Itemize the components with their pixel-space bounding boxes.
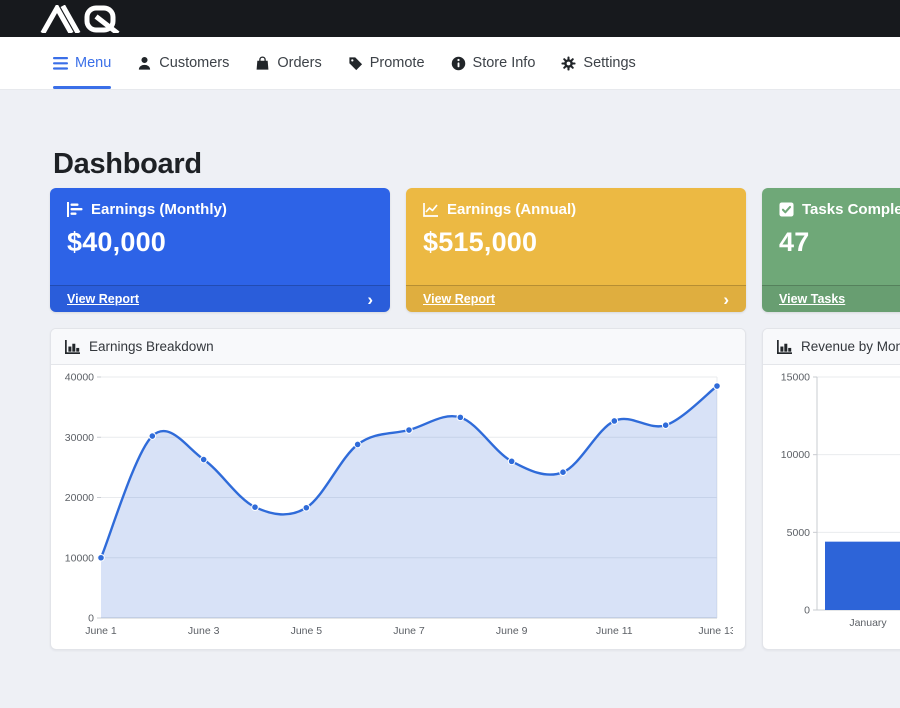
chart-title: Revenue by Month bbox=[801, 339, 900, 354]
main-content: Dashboard Earnings (Monthly) $40,000 Vie… bbox=[0, 90, 900, 650]
chevron-right-icon: › bbox=[367, 291, 373, 308]
nav-item-label: Menu bbox=[75, 55, 111, 71]
svg-text:10000: 10000 bbox=[65, 552, 94, 564]
svg-text:January: January bbox=[849, 617, 887, 629]
earnings-breakdown-card: Earnings Breakdown 0 10000 20000 30000 40000… bbox=[50, 328, 746, 650]
person-icon bbox=[137, 56, 152, 71]
stat-card-value: $40,000 bbox=[67, 227, 373, 258]
svg-text:June 11: June 11 bbox=[596, 625, 633, 637]
bag-icon bbox=[255, 56, 270, 71]
logo-icon[interactable] bbox=[40, 5, 132, 33]
stat-card-earnings-annual: Earnings (Annual) $515,000 View Report › bbox=[406, 188, 746, 312]
nav-item-label: Promote bbox=[370, 55, 425, 71]
charts-row: Earnings Breakdown 0 10000 20000 30000 40000… bbox=[50, 328, 900, 650]
view-report-link[interactable]: View Report › bbox=[406, 285, 746, 312]
svg-text:June 1: June 1 bbox=[85, 625, 117, 637]
bar-chart-icon bbox=[65, 340, 80, 354]
main-nav: Menu Customers Orders Promote Store Info bbox=[0, 37, 900, 90]
tag-icon bbox=[348, 56, 363, 71]
nav-item-store-info[interactable]: Store Info bbox=[451, 37, 536, 89]
revenue-by-month-card: Revenue by Month 0 5000 10000 15000 January bbox=[762, 328, 900, 650]
page-title: Dashboard bbox=[53, 148, 900, 181]
svg-text:0: 0 bbox=[88, 613, 94, 625]
stat-card-earnings-monthly: Earnings (Monthly) $40,000 View Report › bbox=[50, 188, 390, 312]
stat-card-label: Tasks Completed bbox=[802, 201, 900, 218]
topbar bbox=[0, 0, 900, 37]
nav-item-label: Store Info bbox=[473, 55, 536, 71]
nav-item-label: Settings bbox=[583, 55, 635, 71]
svg-text:15000: 15000 bbox=[781, 373, 810, 384]
revenue-by-month-chart: 0 5000 10000 15000 January bbox=[773, 373, 900, 641]
svg-text:10000: 10000 bbox=[781, 449, 810, 461]
stat-cards-row: Earnings (Monthly) $40,000 View Report ›… bbox=[50, 188, 900, 312]
svg-text:40000: 40000 bbox=[65, 373, 94, 384]
hamburger-icon bbox=[53, 57, 68, 70]
stat-card-value: $515,000 bbox=[423, 227, 729, 258]
nav-item-customers[interactable]: Customers bbox=[137, 37, 229, 89]
chart-title: Earnings Breakdown bbox=[89, 339, 214, 354]
bar-chart-icon bbox=[777, 340, 792, 354]
earnings-breakdown-chart: 0 10000 20000 30000 40000 June 1 June 3 June 5 J… bbox=[61, 373, 733, 641]
nav-item-settings[interactable]: Settings bbox=[561, 37, 635, 89]
chart-card-header: Earnings Breakdown bbox=[51, 329, 745, 365]
chevron-right-icon: › bbox=[723, 291, 729, 308]
svg-text:June 9: June 9 bbox=[496, 625, 528, 637]
bar-chart-steps-icon bbox=[67, 202, 83, 217]
svg-text:June 5: June 5 bbox=[291, 625, 323, 637]
chart-card-header: Revenue by Month bbox=[763, 329, 900, 365]
svg-text:0: 0 bbox=[804, 605, 810, 617]
check-square-icon bbox=[779, 202, 794, 217]
nav-item-label: Orders bbox=[277, 55, 321, 71]
svg-text:June 7: June 7 bbox=[393, 625, 425, 637]
nav-item-orders[interactable]: Orders bbox=[255, 37, 321, 89]
stat-card-label: Earnings (Monthly) bbox=[91, 201, 227, 218]
svg-text:20000: 20000 bbox=[65, 492, 94, 504]
view-tasks-link[interactable]: View Tasks › bbox=[762, 285, 900, 312]
svg-text:5000: 5000 bbox=[787, 527, 811, 539]
stat-card-tasks-completed: Tasks Completed 47 View Tasks › bbox=[762, 188, 900, 312]
svg-text:June 3: June 3 bbox=[188, 625, 220, 637]
svg-text:30000: 30000 bbox=[65, 432, 94, 444]
nav-item-promote[interactable]: Promote bbox=[348, 37, 425, 89]
stat-card-label: Earnings (Annual) bbox=[447, 201, 576, 218]
line-chart-icon bbox=[423, 202, 439, 217]
gear-icon bbox=[561, 56, 576, 71]
nav-item-menu[interactable]: Menu bbox=[53, 37, 111, 89]
stat-card-value: 47 bbox=[779, 227, 900, 258]
svg-text:June 13: June 13 bbox=[698, 625, 733, 637]
view-report-link[interactable]: View Report › bbox=[50, 285, 390, 312]
info-icon bbox=[451, 56, 466, 71]
nav-item-label: Customers bbox=[159, 55, 229, 71]
